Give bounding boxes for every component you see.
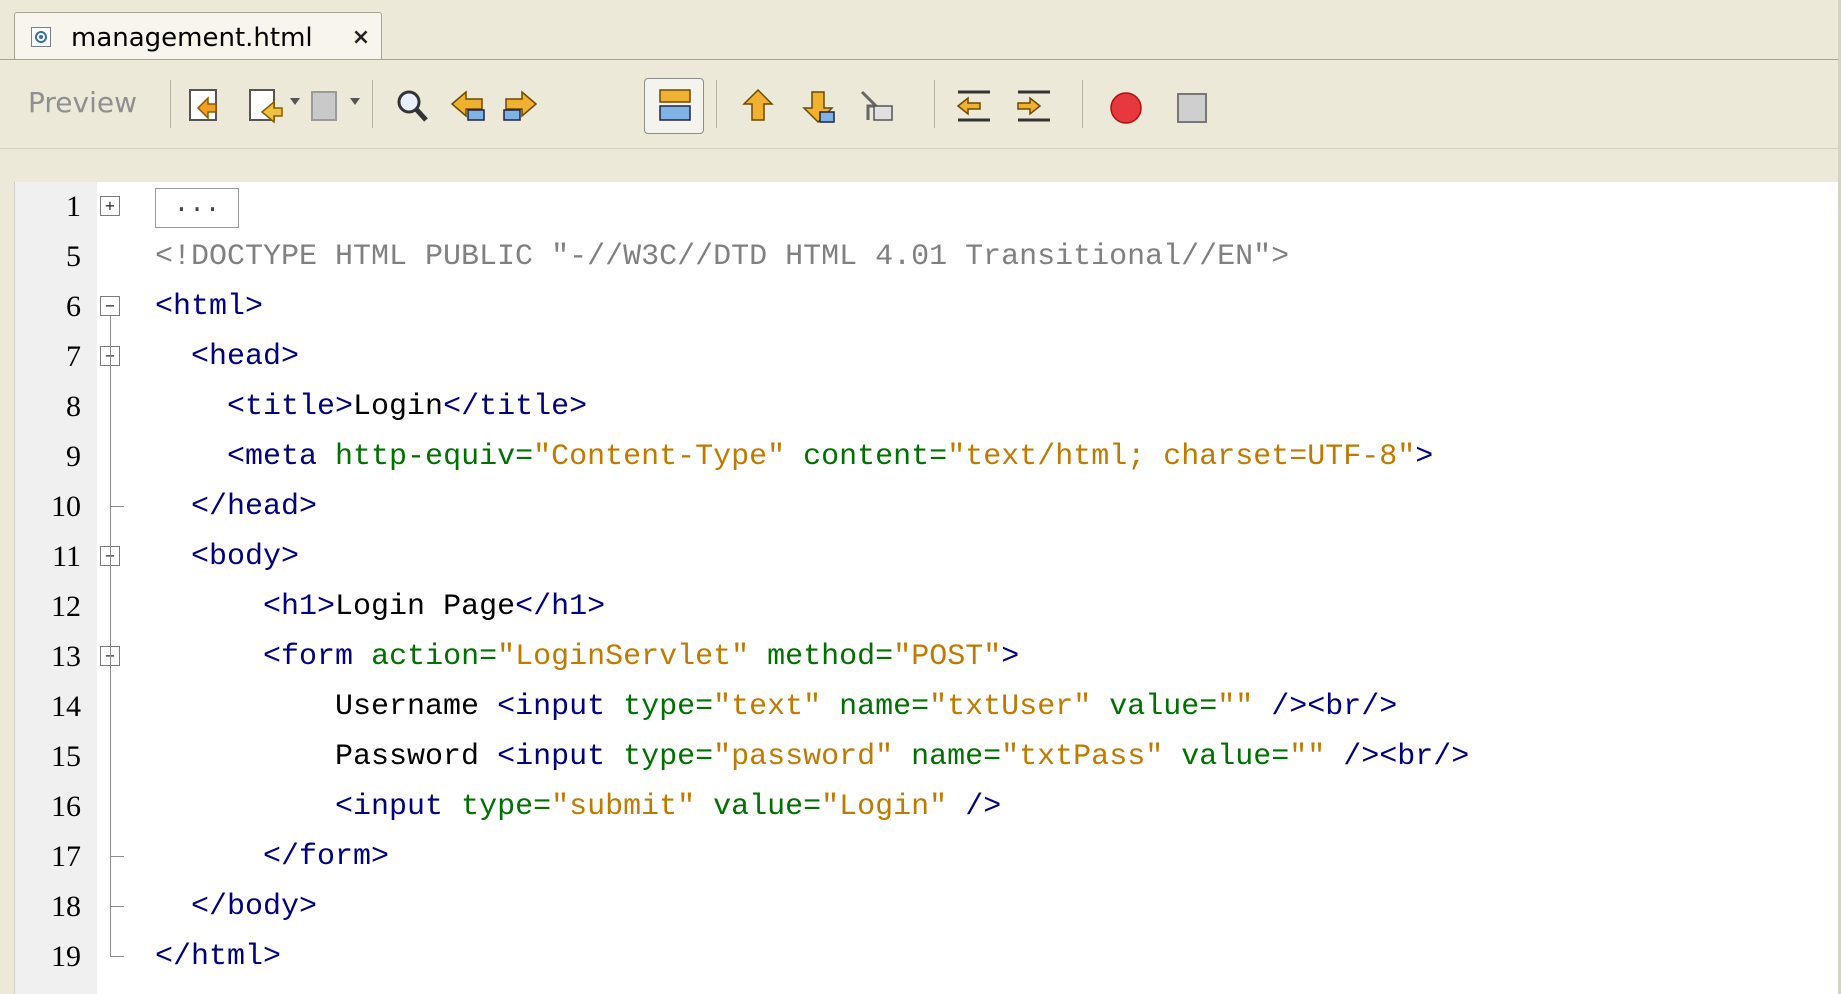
code-line[interactable]: 1 +...	[15, 182, 1839, 232]
line-number: 11	[52, 540, 81, 573]
code-line[interactable]: 18 </body>	[15, 882, 1839, 932]
code-line[interactable]: 11− <body>	[15, 532, 1839, 582]
line-number: 1	[66, 190, 81, 223]
code-line[interactable]: 5 <!DOCTYPE HTML PUBLIC "-//W3C//DTD HTML…	[15, 232, 1839, 282]
code-text: <body>	[191, 540, 300, 574]
code-text: <meta http-equiv="Content-Type" content=…	[227, 440, 1434, 474]
line-number: 12	[51, 590, 81, 623]
line-number: 8	[66, 390, 81, 423]
code-text: <title>Login</title>	[227, 390, 588, 424]
code-line[interactable]: 13− <form action="LoginServlet" method="…	[15, 632, 1839, 682]
toggle-highlight-search-icon[interactable]	[656, 86, 696, 126]
previous-bookmark-icon[interactable]	[738, 86, 778, 126]
shift-line-right-icon[interactable]	[1014, 86, 1054, 126]
code-line[interactable]: 15 Password <input type="password" name=…	[15, 732, 1839, 782]
code-text: Username <input type="text" name="txtUse…	[155, 690, 1398, 724]
collapse-fold-icon[interactable]: −	[100, 296, 120, 316]
tab-management-html[interactable]: management.html ×	[14, 12, 382, 60]
line-number: 18	[51, 890, 81, 923]
stop-macro-icon[interactable]	[1172, 86, 1212, 126]
code-line[interactable]: 9 <meta http-equiv="Content-Type" conten…	[15, 432, 1839, 482]
code-line[interactable]: 7− <head>	[15, 332, 1839, 382]
fold-end-marker	[110, 956, 124, 957]
close-icon[interactable]: ×	[349, 26, 373, 50]
code-text: </html>	[155, 940, 282, 974]
find-icon[interactable]	[392, 86, 432, 126]
line-number: 13	[51, 640, 81, 673]
toolbar-separator	[934, 80, 935, 128]
toolbar-separator	[1082, 80, 1083, 128]
line-number: 7	[66, 340, 81, 373]
code-line[interactable]: 12 <h1>Login Page</h1>	[15, 582, 1839, 632]
fold-guide-line	[110, 316, 111, 957]
code-text: <html>	[155, 290, 264, 324]
html-file-icon	[31, 27, 51, 47]
code-text: </head>	[191, 490, 318, 524]
line-number: 14	[51, 690, 81, 723]
toolbar-separator	[170, 80, 171, 128]
toggle-bookmark-icon[interactable]	[856, 86, 896, 126]
code-text: <head>	[191, 340, 300, 374]
forward-icon[interactable]	[306, 86, 346, 126]
shift-line-left-icon[interactable]	[954, 86, 994, 126]
fold-end-marker	[110, 906, 124, 907]
line-number: 17	[51, 840, 81, 873]
code-line[interactable]: 16 <input type="submit" value="Login" />	[15, 782, 1839, 832]
code-text: <!DOCTYPE HTML PUBLIC "-//W3C//DTD HTML …	[155, 240, 1290, 274]
line-number: 5	[66, 240, 81, 273]
code-line[interactable]: 19 </html>	[15, 932, 1839, 982]
record-macro-icon[interactable]	[1106, 86, 1146, 126]
line-number: 15	[51, 740, 81, 773]
code-text: </body>	[191, 890, 318, 924]
code-line[interactable]: 8 <title>Login</title>	[15, 382, 1839, 432]
chevron-down-icon[interactable]	[290, 98, 300, 105]
tab-title: management.html	[71, 23, 313, 53]
code-text: </form>	[263, 840, 390, 874]
code-line[interactable]: 14 Username <input type="text" name="txt…	[15, 682, 1839, 732]
last-edit-icon[interactable]	[186, 86, 226, 126]
find-previous-icon[interactable]	[448, 86, 488, 126]
fold-end-marker	[110, 506, 124, 507]
line-number: 9	[66, 440, 81, 473]
code-line[interactable]: 10 </head>	[15, 482, 1839, 532]
line-number: 6	[66, 290, 81, 323]
collapsed-code-placeholder[interactable]: ...	[155, 188, 239, 228]
line-number: 16	[51, 790, 81, 823]
expand-fold-icon[interactable]: +	[100, 196, 120, 216]
toolbar-separator	[372, 80, 373, 128]
code-text: <input type="submit" value="Login" />	[335, 790, 1002, 824]
code-text: Password <input type="password" name="tx…	[155, 740, 1470, 774]
chevron-down-icon[interactable]	[350, 98, 360, 105]
back-icon[interactable]	[246, 86, 286, 126]
fold-end-marker	[110, 856, 124, 857]
line-number: 19	[51, 940, 81, 973]
code-line[interactable]: 17 </form>	[15, 832, 1839, 882]
editor-toolbar: Preview	[0, 60, 1841, 149]
code-text: <h1>Login Page</h1>	[263, 590, 606, 624]
code-editor[interactable]: 1 +... 5 <!DOCTYPE HTML PUBLIC "-//W3C//DTD…	[14, 182, 1839, 994]
preview-button[interactable]: Preview	[28, 86, 137, 119]
code-line[interactable]: 6− <html>	[15, 282, 1839, 332]
next-bookmark-icon[interactable]	[798, 86, 838, 126]
line-number: 10	[51, 490, 81, 523]
toolbar-separator	[716, 80, 717, 128]
code-text: <form action="LoginServlet" method="POST…	[263, 640, 1020, 674]
editor-tab-bar: management.html ×	[0, 0, 1841, 60]
find-next-icon[interactable]	[500, 86, 540, 126]
